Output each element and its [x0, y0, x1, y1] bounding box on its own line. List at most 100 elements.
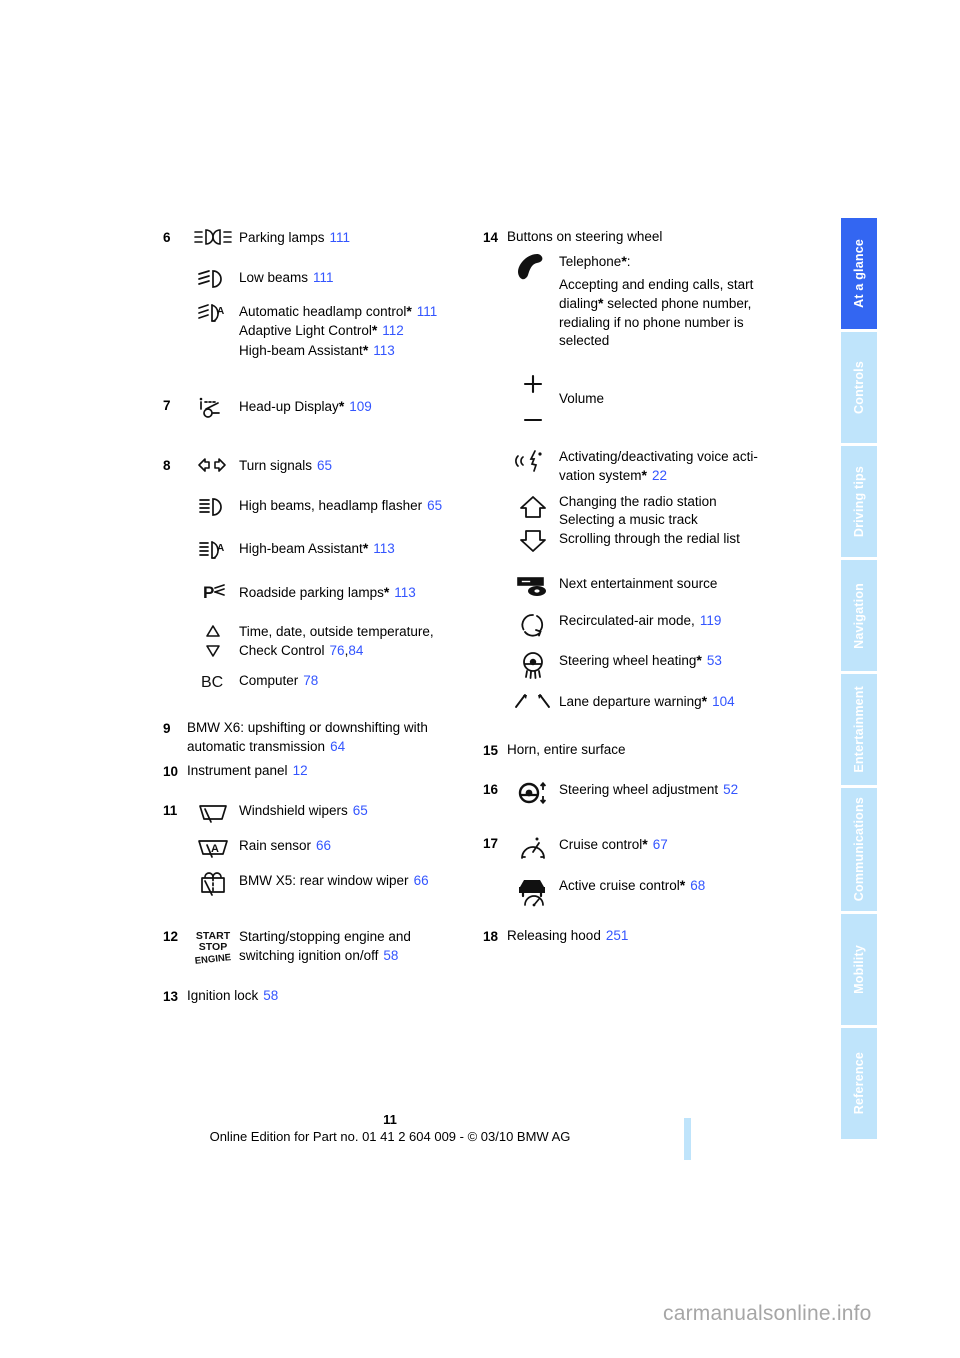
page-ref[interactable]: 58 [383, 948, 398, 963]
label: Telephone [559, 254, 622, 269]
tab-navigation[interactable]: Navigation [841, 560, 877, 672]
tab-entertainment[interactable]: Entertainment [841, 674, 877, 786]
entry-number: 12 [163, 929, 179, 944]
page-ref[interactable]: 251 [606, 928, 629, 943]
svg-text:STOP: STOP [199, 941, 227, 953]
entry-number: 13 [163, 989, 179, 1004]
page-ref[interactable]: 68 [690, 878, 705, 893]
entry-number: 7 [163, 398, 171, 413]
page-ref[interactable]: 119 [700, 613, 722, 628]
svg-text:A: A [217, 543, 224, 554]
page-ref[interactable]: 58 [263, 988, 278, 1003]
label: vation system [559, 468, 642, 483]
row-text: Lane departure warning* 104 [559, 691, 803, 712]
page-ref[interactable]: 113 [373, 343, 395, 358]
page-ref[interactable]: 65 [353, 803, 368, 818]
label: switching ignition on/off [239, 947, 379, 963]
page-ref[interactable]: 76 [330, 643, 345, 658]
label: Releasing hood [507, 927, 601, 943]
label: Check Control [239, 642, 325, 658]
row-computer: BC Computer 78 [187, 671, 483, 691]
tab-driving-tips[interactable]: Driving tips [841, 446, 877, 558]
row-steering-wheel-adjustment: Steering wheel adjustment 52 [507, 780, 803, 806]
plus-icon [518, 371, 548, 397]
label: Selecting a music track [559, 512, 698, 527]
tab-communications[interactable]: Communications [841, 788, 877, 911]
tab-reference[interactable]: Reference [841, 1028, 877, 1140]
label: BMW X5: rear window wiper [239, 873, 409, 888]
optional-equipment-asterisk: * [371, 322, 378, 338]
row-text: Activating/deactivating voice acti- vati… [559, 447, 803, 486]
label: Computer [239, 673, 299, 688]
start-stop-engine-icon: START STOP ENGINE [187, 927, 239, 967]
entry-heading: Buttons on steering wheel [507, 229, 663, 244]
page-ref[interactable]: 52 [723, 782, 738, 797]
roadside-parking-lamps-icon: P [187, 582, 239, 602]
page-ref[interactable]: 84 [348, 643, 363, 658]
row-text: High beams, headlamp flasher 65 [239, 496, 483, 516]
page-ref[interactable]: 22 [652, 468, 667, 483]
page-ref[interactable]: 111 [313, 270, 334, 285]
turn-signals-icon [187, 456, 239, 474]
page-ref[interactable]: 66 [414, 873, 429, 888]
row-low-beams: Low beams 111 [187, 268, 483, 290]
windshield-wipers-icon [187, 801, 239, 825]
page-ref[interactable]: 65 [317, 458, 332, 473]
row-high-beams: High beams, headlamp flasher 65 [187, 496, 483, 518]
label: redialing if no phone number is [559, 314, 744, 330]
low-beams-icon [187, 268, 239, 290]
tab-controls[interactable]: Controls [841, 332, 877, 444]
edition-line: Online Edition for Part no. 01 41 2 604 … [209, 1129, 571, 1144]
optional-equipment-asterisk: * [406, 302, 412, 319]
label: High beams, headlamp flasher [239, 497, 423, 513]
row-head-up-display: Head-up Display* 109 [187, 396, 483, 420]
entry-number: 15 [483, 742, 499, 758]
page-ref[interactable]: 66 [316, 838, 331, 853]
page-ref[interactable]: 111 [330, 230, 351, 245]
page-ref[interactable]: 113 [373, 541, 395, 556]
tab-label: Driving tips [852, 465, 866, 538]
row-text: Next entertainment source [559, 574, 803, 594]
page-ref[interactable]: 67 [653, 837, 668, 852]
row-text: High-beam Assistant* 113 [239, 538, 483, 559]
label: Ignition lock [187, 988, 259, 1003]
page-ref[interactable]: 12 [293, 763, 308, 778]
row-turn-signals: Turn signals 65 [187, 456, 483, 476]
label: Adaptive Light Control [239, 323, 372, 338]
label: Volume [559, 390, 605, 406]
optional-equipment-asterisk: * [362, 539, 369, 556]
tab-label: Controls [852, 361, 866, 415]
row-text: Roadside parking lamps* 113 [239, 582, 483, 603]
page-ref[interactable]: 112 [382, 323, 404, 338]
row-text: Low beams 111 [239, 268, 483, 288]
steering-wheel-adjustment-icon [507, 780, 559, 806]
tab-at-a-glance[interactable]: At a glance [841, 218, 877, 330]
page-ref[interactable]: 109 [349, 399, 372, 414]
page-ref[interactable]: 113 [394, 585, 416, 600]
entry-number: 6 [163, 230, 171, 245]
label: Rain sensor [239, 838, 312, 853]
page-ref[interactable]: 78 [303, 673, 318, 688]
tab-mobility[interactable]: Mobility [841, 913, 877, 1025]
row-rain-sensor: A Rain sensor 66 [187, 836, 483, 860]
tab-label: Entertainment [852, 686, 866, 773]
row-high-beam-assistant: A High-beam Assistant* 113 [187, 538, 483, 562]
label: Head-up Display [239, 399, 339, 414]
page-ref[interactable]: 65 [427, 498, 442, 513]
tab-label: Mobility [852, 945, 866, 994]
row-text: Windshield wipers 65 [239, 801, 483, 821]
label: High-beam Assistant [239, 540, 363, 556]
label: Next entertainment source [559, 575, 718, 591]
svg-text:A: A [211, 843, 219, 855]
manual-page: At a glance Controls Driving tips Naviga… [0, 0, 960, 1358]
page-ref[interactable]: 104 [712, 694, 735, 709]
entry-9: 9 BMW X6: upshifting or downshifting wit… [163, 719, 483, 756]
optional-equipment-asterisk: * [642, 835, 648, 852]
page-ref[interactable]: 111 [417, 304, 438, 319]
label: Active cruise control [559, 877, 680, 893]
page-ref[interactable]: 53 [707, 653, 722, 668]
page-ref[interactable]: 64 [330, 739, 345, 754]
label: automatic transmission [187, 738, 326, 754]
row-text: Rain sensor 66 [239, 836, 483, 856]
row-text: Telephone*: Accepting and ending calls, … [559, 251, 803, 351]
